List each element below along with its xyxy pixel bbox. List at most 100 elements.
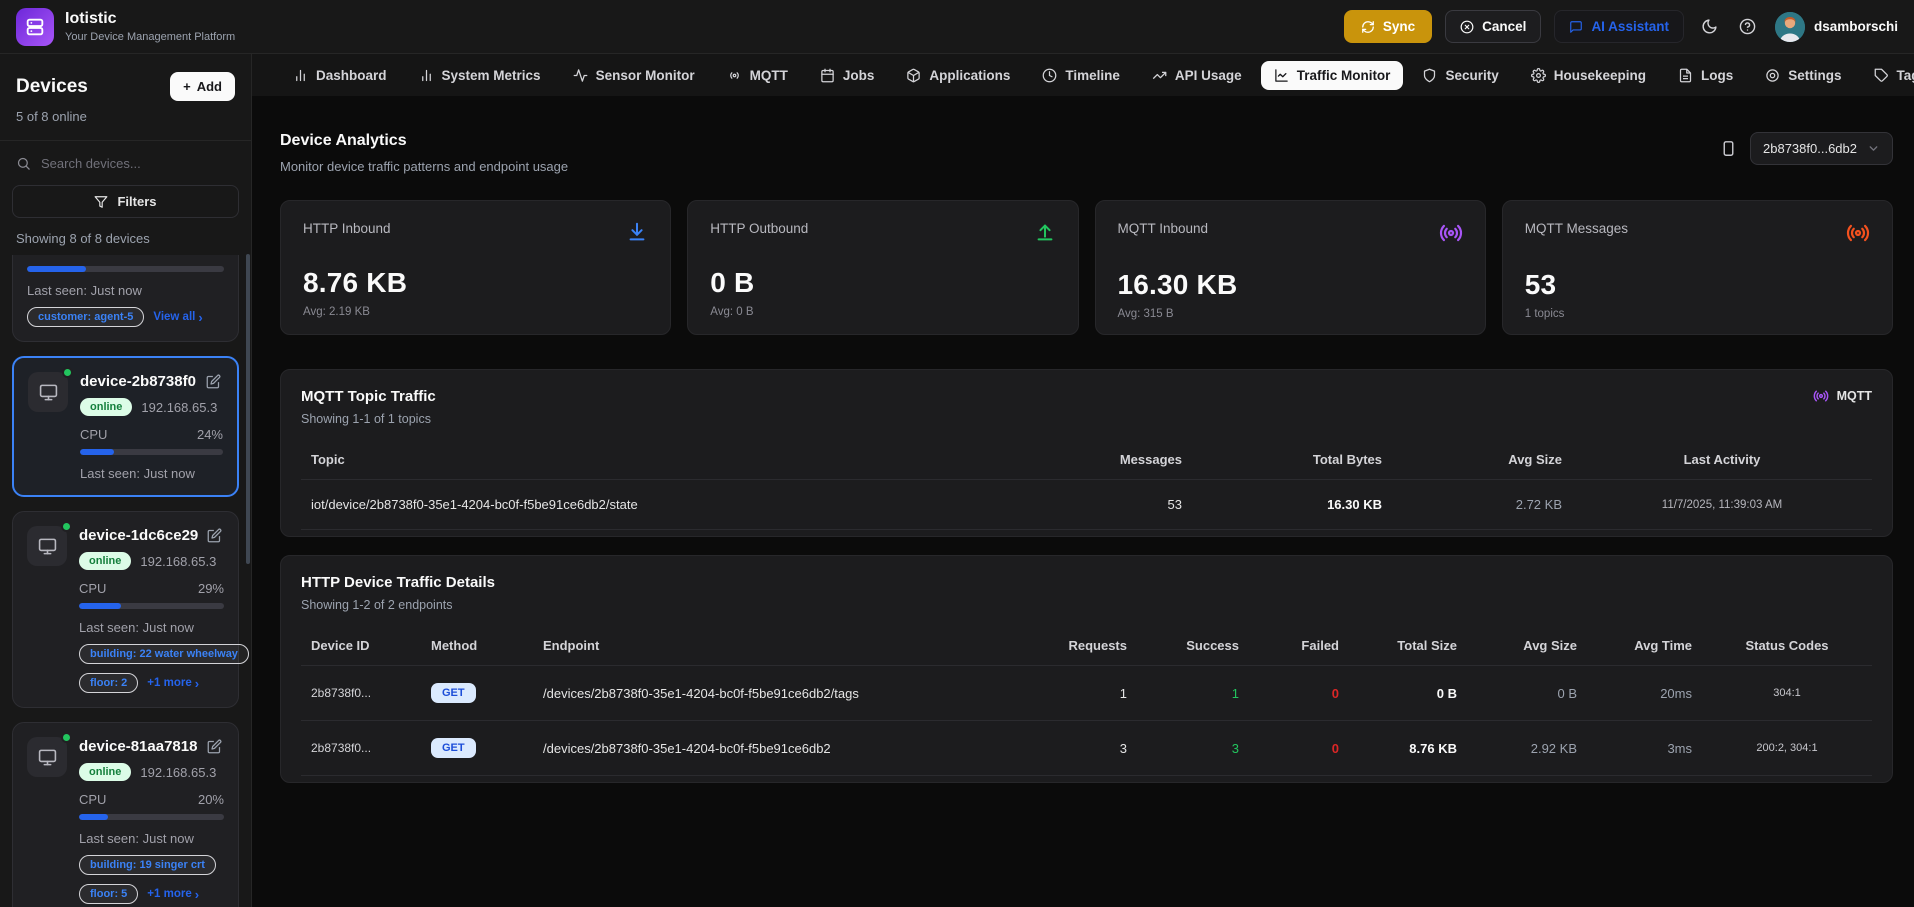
sync-button[interactable]: Sync <box>1344 10 1432 43</box>
stat-sub: 1 topics <box>1525 308 1870 320</box>
http-traffic-table: Device ID Method Endpoint Requests Succe… <box>301 626 1872 776</box>
broadcast-icon <box>1813 388 1829 404</box>
cancel-icon <box>1460 20 1474 34</box>
column-header: Avg Size <box>1392 440 1572 480</box>
last-seen: Last seen: Just now <box>27 283 224 298</box>
device-card-1dc6ce29[interactable]: device-1dc6ce29 online 192.168.65.3 CPU … <box>12 511 239 708</box>
tab-security[interactable]: Security <box>1409 61 1511 90</box>
avg-time-cell: 3ms <box>1587 721 1702 776</box>
mqtt-topic-traffic-panel: MQTT Topic Traffic Showing 1-1 of 1 topi… <box>280 369 1893 537</box>
status-badge: online <box>79 552 131 570</box>
content-area: Device Analytics Monitor device traffic … <box>252 96 1914 907</box>
page-title: Device Analytics <box>280 132 568 150</box>
help-button[interactable] <box>1735 14 1760 39</box>
device-card-81aa7818[interactable]: device-81aa7818 online 192.168.65.3 CPU … <box>12 722 239 907</box>
cpu-progress <box>80 449 223 455</box>
tab-housekeeping[interactable]: Housekeeping <box>1518 61 1659 90</box>
tab-settings[interactable]: Settings <box>1752 61 1854 90</box>
device-name: device-81aa7818 <box>79 738 197 755</box>
success-cell: 3 <box>1137 721 1249 776</box>
device-select-dropdown[interactable]: 2b8738f0...6db2 <box>1750 132 1893 165</box>
device-ip: 192.168.65.3 <box>141 400 217 415</box>
search-input[interactable] <box>41 156 235 171</box>
brand: Iotistic Your Device Management Platform <box>16 8 235 46</box>
failed-cell: 0 <box>1249 666 1349 721</box>
status-badge: online <box>80 398 132 416</box>
device-id-cell: 2b8738f0... <box>301 666 421 721</box>
device-search <box>0 141 251 181</box>
username: dsamborschi <box>1814 19 1898 34</box>
column-header: Success <box>1137 626 1249 666</box>
cpu-progress <box>79 603 224 609</box>
avg-size-cell: 0 B <box>1467 666 1587 721</box>
last-seen: Last seen: Just now <box>79 620 224 635</box>
stat-card-mqtt-messages: MQTT Messages 53 1 topics <box>1502 200 1893 335</box>
theme-toggle-button[interactable] <box>1697 14 1722 39</box>
messages-cell: 53 <box>1042 480 1192 530</box>
monitor-icon <box>27 526 67 566</box>
add-device-button[interactable]: + Add <box>170 72 235 101</box>
mqtt-badge: MQTT <box>1813 388 1872 404</box>
more-tags-link[interactable]: +1 more› <box>147 677 199 690</box>
filters-label: Filters <box>117 194 156 209</box>
device-selector-row: 2b8738f0...6db2 <box>1720 132 1893 165</box>
tab-tags[interactable]: Tags <box>1861 61 1914 90</box>
device-card-2b8738f0[interactable]: device-2b8738f0 online 192.168.65.3 CPU … <box>12 356 239 497</box>
edit-device-button[interactable] <box>204 372 223 391</box>
tab-traffic-monitor[interactable]: Traffic Monitor <box>1261 61 1404 90</box>
last-seen: Last seen: Just now <box>80 466 223 481</box>
topbar-actions: Sync Cancel AI Assistant dsamborschi <box>1344 10 1898 43</box>
user-menu[interactable]: dsamborschi <box>1775 12 1898 42</box>
app-title: Iotistic <box>65 10 235 28</box>
stat-value: 16.30 KB <box>1118 269 1463 301</box>
sidebar-title: Devices <box>16 76 88 98</box>
column-header: Topic <box>301 440 1042 480</box>
stat-sub: Avg: 0 B <box>710 306 1055 318</box>
chevron-right-icon: › <box>198 311 202 324</box>
tab-timeline[interactable]: Timeline <box>1029 61 1133 90</box>
stat-card-http-outbound: HTTP Outbound 0 B Avg: 0 B <box>687 200 1078 335</box>
filters-button[interactable]: Filters <box>12 185 239 218</box>
view-all-link[interactable]: View all› <box>153 311 202 324</box>
cpu-value: 20% <box>198 792 224 807</box>
tab-system-metrics[interactable]: System Metrics <box>406 61 554 90</box>
device-name: device-1dc6ce29 <box>79 527 198 544</box>
ai-assistant-button[interactable]: AI Assistant <box>1554 10 1684 43</box>
tab-dashboard[interactable]: Dashboard <box>280 61 400 90</box>
cpu-label: CPU <box>79 581 106 596</box>
tab-jobs[interactable]: Jobs <box>807 61 888 90</box>
cancel-button[interactable]: Cancel <box>1445 10 1541 43</box>
method-cell: GET <box>421 666 533 721</box>
total-bytes-cell: 16.30 KB <box>1192 480 1392 530</box>
column-header: Avg Size <box>1467 626 1587 666</box>
sidebar-scrollbar[interactable] <box>246 254 250 564</box>
device-card-partial[interactable]: Last seen: Just now customer: agent-5 Vi… <box>12 255 239 342</box>
stat-cards: HTTP Inbound 8.76 KB Avg: 2.19 KB HTTP O… <box>280 200 1893 335</box>
tab-sensor-monitor[interactable]: Sensor Monitor <box>560 61 708 90</box>
device-id-cell: 2b8738f0... <box>301 721 421 776</box>
tab-logs[interactable]: Logs <box>1665 61 1746 90</box>
last-activity-cell: 11/7/2025, 11:39:03 AM <box>1572 480 1872 530</box>
tab-applications[interactable]: Applications <box>893 61 1023 90</box>
stat-sub: Avg: 315 B <box>1118 308 1463 320</box>
stat-label: HTTP Inbound <box>303 221 391 236</box>
mqtt-badge-label: MQTT <box>1837 389 1872 403</box>
broadcast-icon <box>1439 221 1463 245</box>
tab-mqtt[interactable]: MQTT <box>714 61 801 90</box>
edit-device-button[interactable] <box>205 737 224 756</box>
chevron-down-icon <box>1867 142 1880 155</box>
failed-cell: 0 <box>1249 721 1349 776</box>
device-ip: 192.168.65.3 <box>140 765 216 780</box>
chat-icon <box>1569 20 1583 34</box>
cpu-label: CPU <box>80 427 107 442</box>
tab-api-usage[interactable]: API Usage <box>1139 61 1255 90</box>
edit-device-button[interactable] <box>205 526 224 545</box>
status-codes-cell: 304:1 <box>1702 666 1872 721</box>
stat-label: MQTT Inbound <box>1118 221 1209 236</box>
requests-cell: 3 <box>1025 721 1137 776</box>
device-name: device-2b8738f0 <box>80 373 196 390</box>
stat-card-mqtt-inbound: MQTT Inbound 16.30 KB Avg: 315 B <box>1095 200 1486 335</box>
cpu-progress <box>27 266 224 272</box>
online-summary: 5 of 8 online <box>16 109 235 124</box>
more-tags-link[interactable]: +1 more› <box>147 888 199 901</box>
